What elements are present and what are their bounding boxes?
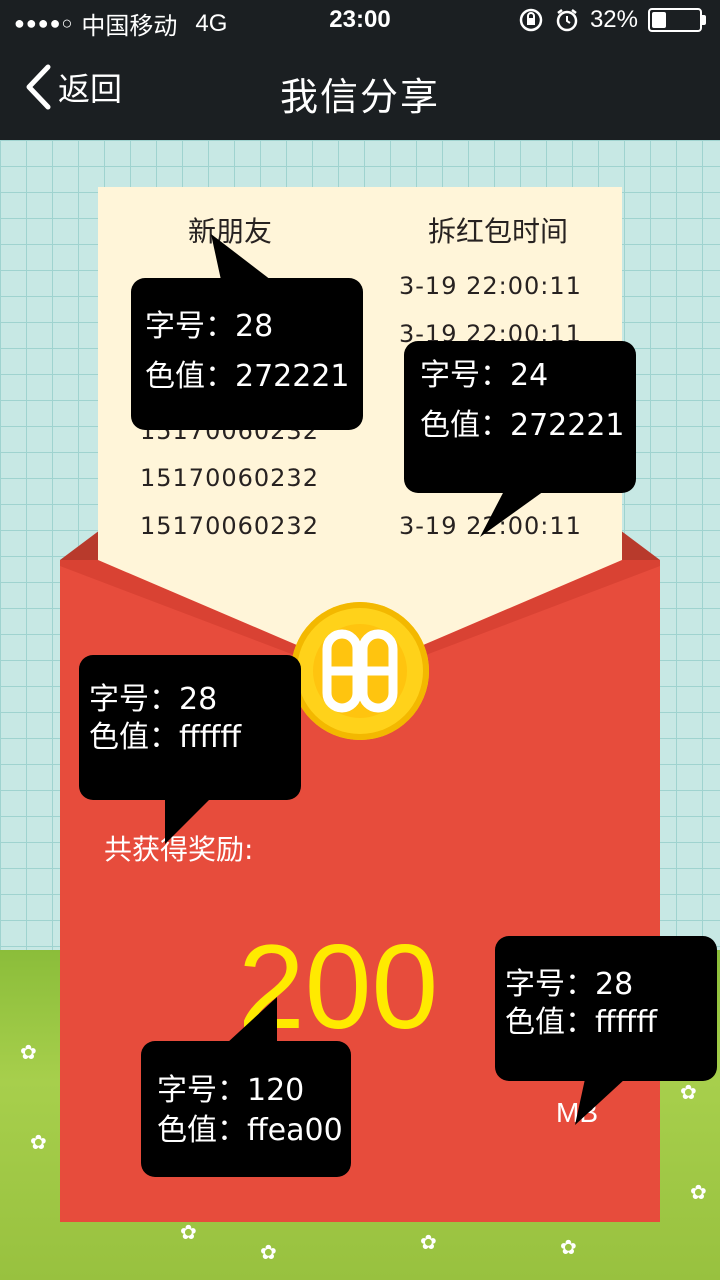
callout-tail [480, 491, 544, 537]
annotation-color: 色值：272221 [145, 359, 350, 394]
callout-tail [211, 234, 271, 280]
nav-bar: 返回 我信分享 [0, 40, 720, 140]
annotation-font-size: 字号：24 [420, 358, 549, 393]
battery-icon [648, 8, 706, 32]
page-title: 我信分享 [279, 75, 440, 119]
annotation-callout-1: 字号：28 色值：272221 [131, 234, 363, 430]
callout-tail [227, 997, 277, 1043]
annotation-font-size: 字号：28 [505, 967, 634, 1002]
alarm-icon [556, 9, 578, 32]
annotation-font-size: 字号：120 [157, 1073, 305, 1108]
callout-tail [165, 798, 211, 844]
annotation-font-size: 字号：28 [89, 682, 218, 717]
annotation-font-size: 字号：28 [145, 309, 274, 344]
status-bar-right: 32% [518, 6, 706, 34]
annotation-color: 色值：ffffff [89, 720, 242, 755]
coin-emblem-icon [322, 629, 398, 713]
battery-percent: 32% [589, 6, 638, 33]
annotation-color: 色值：ffffff [505, 1005, 658, 1040]
status-bar: ●●●●○ 中国移动 4G 23:00 32% [0, 0, 720, 40]
rotation-lock-icon [519, 8, 543, 32]
annotation-callout-5: 字号：28 色值：ffffff [495, 936, 717, 1125]
coin-icon[interactable] [291, 602, 429, 740]
column-header-time: 拆红包时间 [428, 215, 569, 248]
friend-phone-5: 15170060232 [140, 464, 319, 492]
annotation-color: 色值：272221 [420, 408, 625, 443]
friend-phone-6: 15170060232 [140, 512, 319, 540]
battery-fill [652, 12, 666, 28]
annotation-callout-2: 字号：24 色值：272221 [404, 341, 636, 537]
annotation-color: 色值：ffea00 [157, 1113, 343, 1148]
open-time-1: 3-19 22:00:11 [399, 272, 582, 300]
callout-tail [575, 1079, 625, 1125]
annotation-callout-3: 字号：28 色值：ffffff [79, 655, 301, 844]
annotation-callout-4: 字号：120 色值：ffea00 [141, 997, 351, 1177]
